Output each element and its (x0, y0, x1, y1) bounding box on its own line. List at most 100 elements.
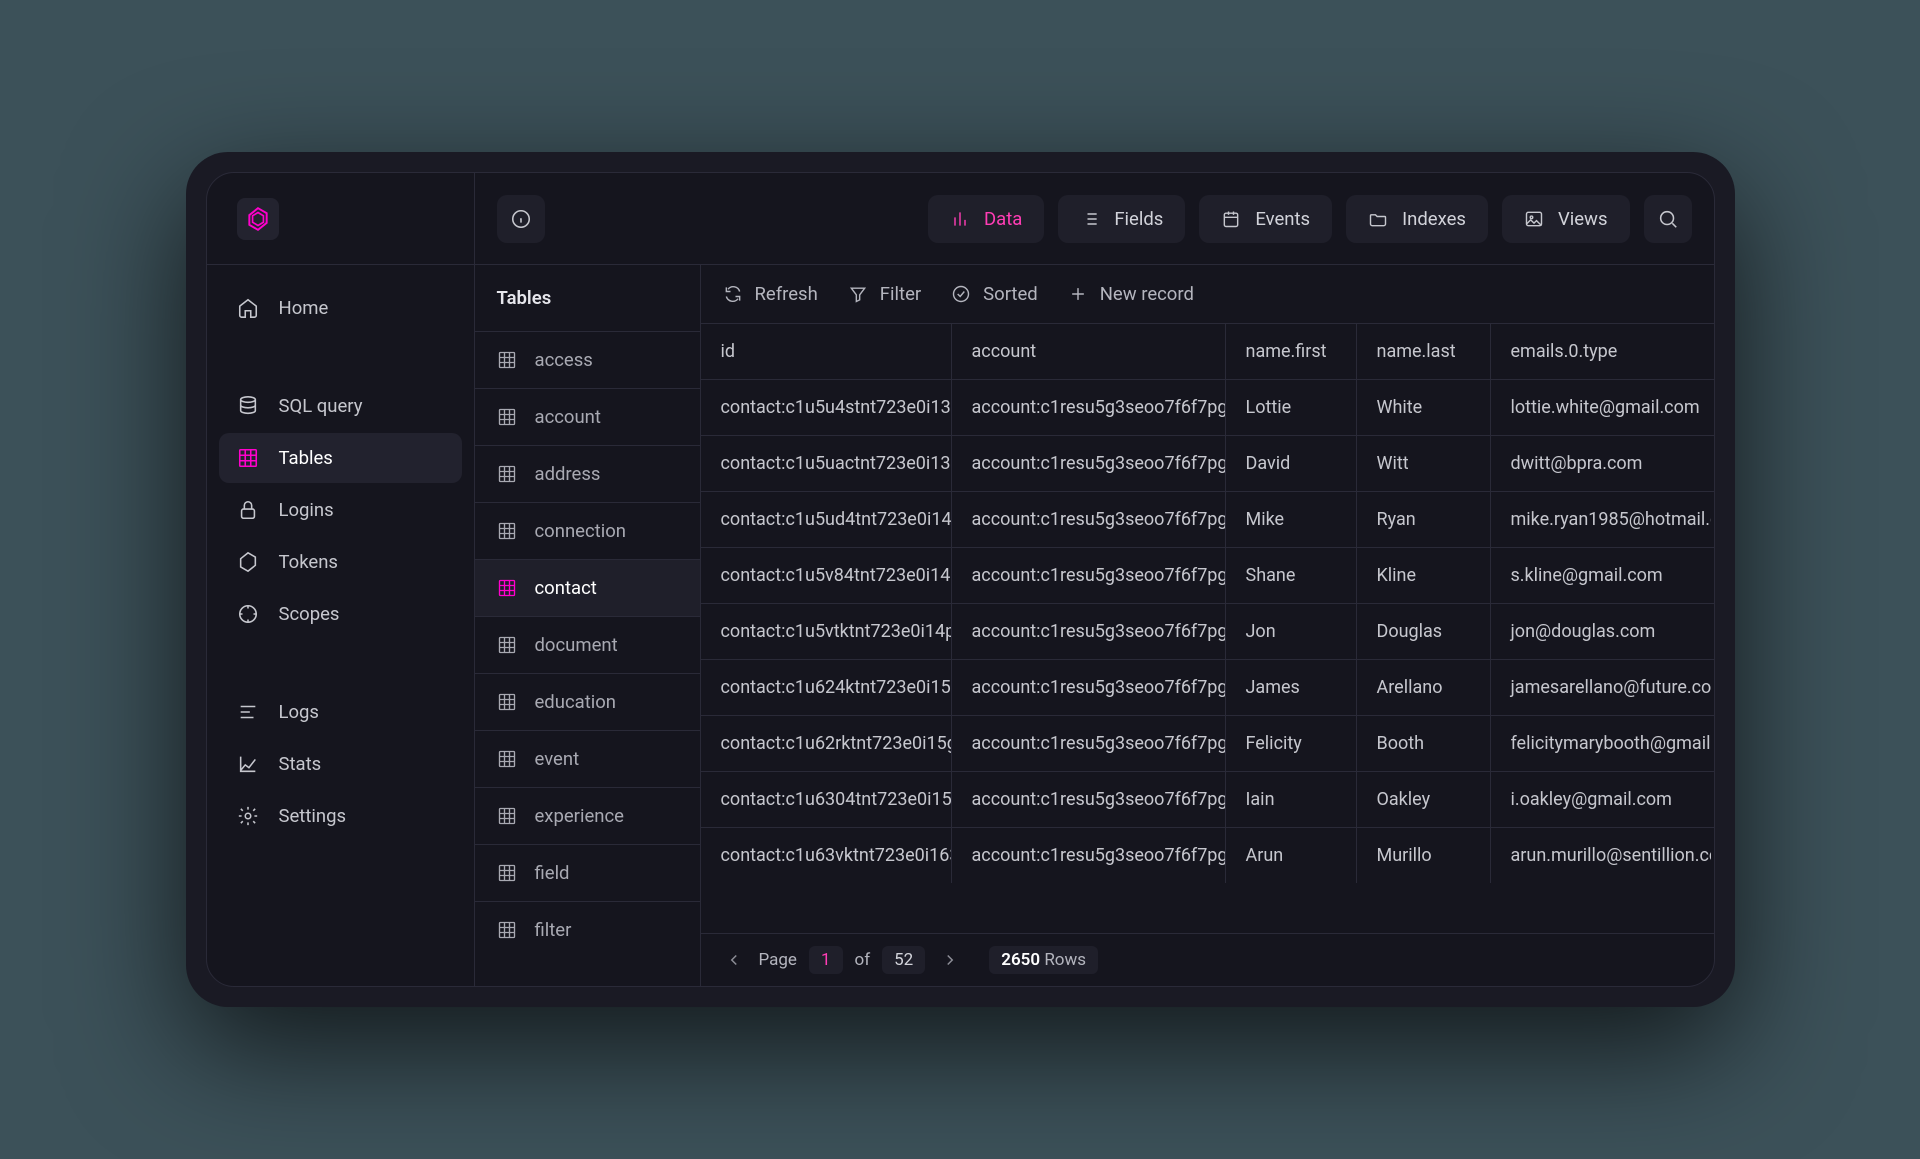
tab-label: Views (1558, 208, 1608, 230)
table-item-label: connection (535, 520, 626, 542)
grid-cell: contact:c1u5ud4tnt723e0i1400 (701, 492, 952, 547)
sidebar-item-tokens[interactable]: Tokens (219, 537, 462, 587)
tab-views[interactable]: Views (1502, 195, 1630, 243)
of-label: of (855, 950, 871, 970)
grid-cell: account:c1resu5g3seoo7f6f7pg (952, 492, 1226, 547)
grid-row[interactable]: contact:c1u5vtktnt723e0i14pgaccount:c1re… (701, 603, 1714, 659)
grid-cell: contact:c1u5vtktnt723e0i14pg (701, 604, 952, 659)
search-button[interactable] (1644, 195, 1692, 243)
tab-label: Indexes (1402, 208, 1466, 230)
page-current[interactable]: 1 (809, 946, 843, 974)
grid-cell: jamesarellano@future.com (1491, 660, 1711, 715)
table-item-event[interactable]: event (475, 730, 700, 787)
column-header[interactable]: account (952, 324, 1226, 379)
grid-cell: Murillo (1357, 828, 1491, 883)
grid-row[interactable]: contact:c1u5uactnt723e0i13lgaccount:c1re… (701, 435, 1714, 491)
new-record-label: New record (1100, 283, 1194, 305)
grid-cell: dwitt@bpra.com (1491, 436, 1711, 491)
table-item-filter[interactable]: filter (475, 901, 700, 958)
refresh-button[interactable]: Refresh (723, 283, 818, 305)
grid-cell: Arun (1226, 828, 1357, 883)
sidebar-item-logins[interactable]: Logins (219, 485, 462, 535)
app-logo[interactable] (237, 198, 279, 240)
table-item-label: experience (535, 805, 624, 827)
table-item-connection[interactable]: connection (475, 502, 700, 559)
tables-panel: Tables accessaccountaddressconnectioncon… (475, 265, 701, 986)
table-item-education[interactable]: education (475, 673, 700, 730)
table-item-experience[interactable]: experience (475, 787, 700, 844)
grid-cell: account:c1resu5g3seoo7f6f7pg (952, 660, 1226, 715)
info-button[interactable] (497, 195, 545, 243)
grid-cell: Shane (1226, 548, 1357, 603)
sidebar-item-sql-query[interactable]: SQL query (219, 381, 462, 431)
grid-cell: lottie.white@gmail.com (1491, 380, 1711, 435)
page-total: 52 (882, 946, 925, 974)
column-header[interactable]: id (701, 324, 952, 379)
table-item-document[interactable]: document (475, 616, 700, 673)
grid-cell: Arellano (1357, 660, 1491, 715)
sidebar-item-logs[interactable]: Logs (219, 687, 462, 737)
sidebar-item-label: Home (279, 297, 329, 319)
grid-cell: White (1357, 380, 1491, 435)
rows-label: Rows (1044, 950, 1086, 970)
rows-chip: 2650 Rows (989, 946, 1098, 974)
grid-row[interactable]: contact:c1u63vktnt723e0i1630account:c1re… (701, 827, 1714, 883)
table-item-contact[interactable]: contact (475, 559, 700, 616)
tab-data[interactable]: Data (928, 195, 1044, 243)
new-record-button[interactable]: New record (1068, 283, 1194, 305)
app-window: Home SQL query Tables LoginsTokensScopes Log… (206, 172, 1715, 987)
tab-label: Data (984, 208, 1022, 230)
device-frame: Home SQL query Tables LoginsTokensScopes Log… (186, 152, 1735, 1007)
info-icon (510, 208, 532, 230)
grid-row[interactable]: contact:c1u5ud4tnt723e0i1400account:c1re… (701, 491, 1714, 547)
sorted-label: Sorted (983, 283, 1038, 305)
search-icon (1657, 208, 1679, 230)
grid-cell: Jon (1226, 604, 1357, 659)
grid-cell: arun.murillo@sentillion.com (1491, 828, 1711, 883)
grid-cell: Iain (1226, 772, 1357, 827)
next-page-button[interactable] (937, 947, 963, 973)
tab-indexes[interactable]: Indexes (1346, 195, 1488, 243)
grid-row[interactable]: contact:c1u624ktnt723e0i157gaccount:c1re… (701, 659, 1714, 715)
table-item-access[interactable]: access (475, 331, 700, 388)
table-item-label: filter (535, 919, 572, 941)
column-header[interactable]: name.first (1226, 324, 1357, 379)
tab-events[interactable]: Events (1199, 195, 1332, 243)
target-icon (237, 603, 259, 625)
table-item-label: access (535, 349, 593, 371)
grid-cell: contact:c1u624ktnt723e0i157g (701, 660, 952, 715)
sidebar-item-label: Tables (279, 447, 333, 469)
table-item-field[interactable]: field (475, 844, 700, 901)
table-item-label: event (535, 748, 580, 770)
table-item-account[interactable]: account (475, 388, 700, 445)
grid-row[interactable]: contact:c1u6304tnt723e0i15ogaccount:c1re… (701, 771, 1714, 827)
tab-fields[interactable]: Fields (1058, 195, 1185, 243)
tables-list: access account address connection contactdoc… (475, 331, 700, 958)
grid-cell: s.kline@gmail.com (1491, 548, 1711, 603)
sidebar-item-label: Settings (279, 805, 347, 827)
filter-button[interactable]: Filter (848, 283, 921, 305)
sidebar-item-scopes[interactable]: Scopes (219, 589, 462, 639)
sidebar-item-home[interactable]: Home (219, 283, 462, 333)
grid-row[interactable]: contact:c1u5u4stnt723e0i13egaccount:c1re… (701, 379, 1714, 435)
grid-cell: contact:c1u5v84tnt723e0i14bg (701, 548, 952, 603)
sorted-button[interactable]: Sorted (951, 283, 1038, 305)
sidebar-item-stats[interactable]: Stats (219, 739, 462, 789)
column-header[interactable]: name.last (1357, 324, 1491, 379)
sidebar-item-label: Stats (279, 753, 322, 775)
prev-page-button[interactable] (721, 947, 747, 973)
grid-cell: felicitymarybooth@gmail.com (1491, 716, 1711, 771)
sidebar-item-tables[interactable]: Tables (219, 433, 462, 483)
grid-row[interactable]: contact:c1u5v84tnt723e0i14bgaccount:c1re… (701, 547, 1714, 603)
data-panel: Refresh Filter Sorted New record (701, 265, 1714, 986)
table-item-label: address (535, 463, 601, 485)
grid-cell: James (1226, 660, 1357, 715)
grid-row[interactable]: contact:c1u62rktnt723e0i15ggaccount:c1re… (701, 715, 1714, 771)
grid-cell: account:c1resu5g3seoo7f6f7pg (952, 380, 1226, 435)
sidebar-item-settings[interactable]: Settings (219, 791, 462, 841)
table-item-address[interactable]: address (475, 445, 700, 502)
tab-label: Fields (1114, 208, 1163, 230)
grid-cell: contact:c1u6304tnt723e0i15og (701, 772, 952, 827)
column-header[interactable]: emails.0.type (1491, 324, 1711, 379)
topbar: Data Fields Events Indexes Views (475, 173, 1714, 265)
